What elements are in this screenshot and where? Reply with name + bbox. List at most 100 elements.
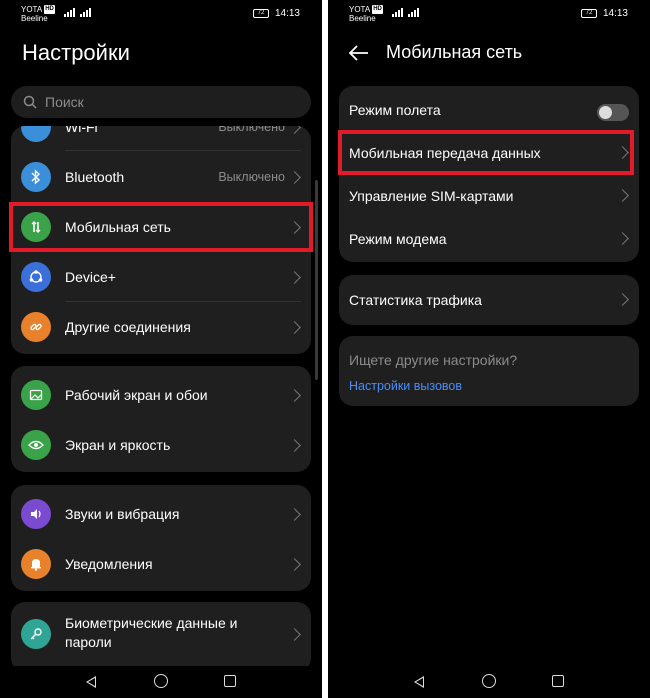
list-item-wifi[interactable]: Wi-Fi Выключено: [11, 126, 311, 142]
other-connections-label: Другие соединения: [65, 318, 191, 335]
hint-card: Ищете другие настройки? Настройки вызово…: [339, 336, 639, 406]
battery-icon: 72: [252, 9, 269, 18]
security-group: Биометрические данные и пароли: [11, 602, 311, 672]
connections-group: Wi-Fi Выключено Bluetooth Выключено Моби…: [11, 126, 311, 354]
back-arrow-icon[interactable]: [348, 44, 370, 62]
list-item-notifications[interactable]: Уведомления: [11, 539, 311, 589]
mobile-network-label: Мобильная сеть: [65, 218, 171, 235]
chevron-right-icon: [288, 126, 301, 134]
list-item-display[interactable]: Экран и яркость: [11, 420, 311, 470]
carrier2-label: Beeline: [349, 14, 376, 23]
home-icon[interactable]: [482, 674, 496, 688]
carrier1-label: YOTA: [349, 5, 371, 14]
wallpaper-label: Рабочий экран и обои: [65, 386, 208, 403]
traffic-stats-label: Статистика трафика: [349, 291, 482, 308]
battery-icon: 72: [580, 9, 597, 18]
chevron-right-icon: [288, 438, 301, 452]
sound-label: Звуки и вибрация: [65, 505, 180, 522]
traffic-group: Статистика трафика: [339, 275, 639, 325]
clock: 14:13: [602, 8, 628, 19]
chevron-right-icon: [288, 388, 301, 402]
wifi-icon: [21, 126, 51, 142]
chevron-right-icon: [288, 320, 301, 334]
list-item-device-plus[interactable]: Device+: [11, 252, 311, 302]
chevron-right-icon: [288, 557, 301, 571]
mobile-network-group: Режим полета Мобильная передача данных У…: [339, 86, 639, 262]
display-label: Экран и яркость: [65, 436, 171, 453]
list-item-biometrics[interactable]: Биометрические данные и пароли: [11, 610, 311, 658]
signal-icon: [392, 8, 403, 17]
chevron-right-icon: [616, 146, 629, 159]
sound-group: Звуки и вибрация Уведомления: [11, 485, 311, 591]
wifi-status: Выключено: [218, 126, 285, 134]
chevron-right-icon: [288, 627, 301, 641]
nav-bar: [328, 666, 650, 698]
list-item-wallpaper[interactable]: Рабочий экран и обои: [11, 370, 311, 420]
search-placeholder: Поиск: [45, 94, 84, 110]
settings-screen: YOTA HD Beeline 72 14:13 Настройки Поиск …: [0, 0, 322, 698]
bluetooth-label: Bluetooth: [65, 168, 125, 185]
tethering-label: Режим модема: [349, 230, 447, 247]
carrier-info: YOTA HD Beeline: [349, 5, 383, 23]
status-bar: YOTA HD Beeline 72 14:13: [328, 0, 650, 26]
device-plus-icon: [21, 262, 51, 292]
wifi-label: Wi-Fi: [65, 126, 98, 135]
key-icon: [21, 619, 51, 649]
recent-apps-icon[interactable]: [224, 675, 236, 687]
list-item-airplane-mode[interactable]: Режим полета: [339, 88, 639, 131]
scrollbar[interactable]: [315, 180, 318, 380]
search-input[interactable]: Поиск: [11, 86, 311, 118]
airplane-mode-label: Режим полета: [349, 101, 441, 118]
recent-apps-icon[interactable]: [552, 675, 564, 687]
bluetooth-icon: [21, 162, 51, 192]
list-item-other-connections[interactable]: Другие соединения: [11, 302, 311, 352]
list-item-traffic-stats[interactable]: Статистика трафика: [339, 278, 639, 321]
signal-icon: [408, 8, 419, 17]
display-group: Рабочий экран и обои Экран и яркость: [11, 366, 311, 472]
biometrics-label-line2: пароли: [65, 634, 112, 650]
hd-badge: HD: [372, 5, 383, 14]
signal-icon: [64, 8, 75, 17]
airplane-mode-toggle[interactable]: [597, 104, 629, 121]
wallpaper-icon: [21, 380, 51, 410]
sound-icon: [21, 499, 51, 529]
list-item-tethering[interactable]: Режим модема: [339, 217, 639, 260]
carrier-info: YOTA HD Beeline: [21, 5, 55, 23]
signal-icon: [80, 8, 91, 17]
link-icon: [21, 312, 51, 342]
status-bar: YOTA HD Beeline 72 14:13: [0, 0, 322, 26]
list-item-bluetooth[interactable]: Bluetooth Выключено: [11, 152, 311, 202]
biometrics-label-line1: Биометрические данные и: [65, 615, 238, 631]
sim-management-label: Управление SIM-картами: [349, 187, 514, 204]
chevron-right-icon: [288, 270, 301, 284]
chevron-right-icon: [288, 220, 301, 234]
clock: 14:13: [274, 8, 300, 19]
carrier2-label: Beeline: [21, 14, 48, 23]
carrier1-label: YOTA: [21, 5, 43, 14]
list-item-sound[interactable]: Звуки и вибрация: [11, 489, 311, 539]
bluetooth-status: Выключено: [218, 170, 285, 184]
notifications-label: Уведомления: [65, 555, 153, 572]
search-icon: [23, 95, 37, 109]
list-item-sim-management[interactable]: Управление SIM-картами: [339, 174, 639, 217]
back-icon[interactable]: [86, 676, 96, 688]
nav-bar: [0, 666, 322, 698]
back-icon[interactable]: [414, 676, 424, 688]
mobile-data-label: Мобильная передача данных: [349, 144, 541, 161]
chevron-right-icon: [616, 232, 629, 245]
bell-icon: [21, 549, 51, 579]
chevron-right-icon: [616, 293, 629, 306]
page-title: Настройки: [22, 40, 130, 65]
home-icon[interactable]: [154, 674, 168, 688]
page-title: Мобильная сеть: [386, 42, 523, 62]
chevron-right-icon: [288, 507, 301, 521]
mobile-data-icon: [21, 212, 51, 242]
call-settings-link[interactable]: Настройки вызовов: [349, 379, 462, 393]
list-item-mobile-network[interactable]: Мобильная сеть: [11, 202, 311, 252]
list-item-mobile-data[interactable]: Мобильная передача данных: [339, 131, 639, 174]
chevron-right-icon: [288, 170, 301, 184]
hd-badge: HD: [44, 5, 55, 14]
hint-title: Ищете другие настройки?: [349, 352, 518, 368]
device-plus-label: Device+: [65, 268, 116, 285]
mobile-network-screen: YOTA HD Beeline 72 14:13 Мобильная сеть Р…: [328, 0, 650, 698]
